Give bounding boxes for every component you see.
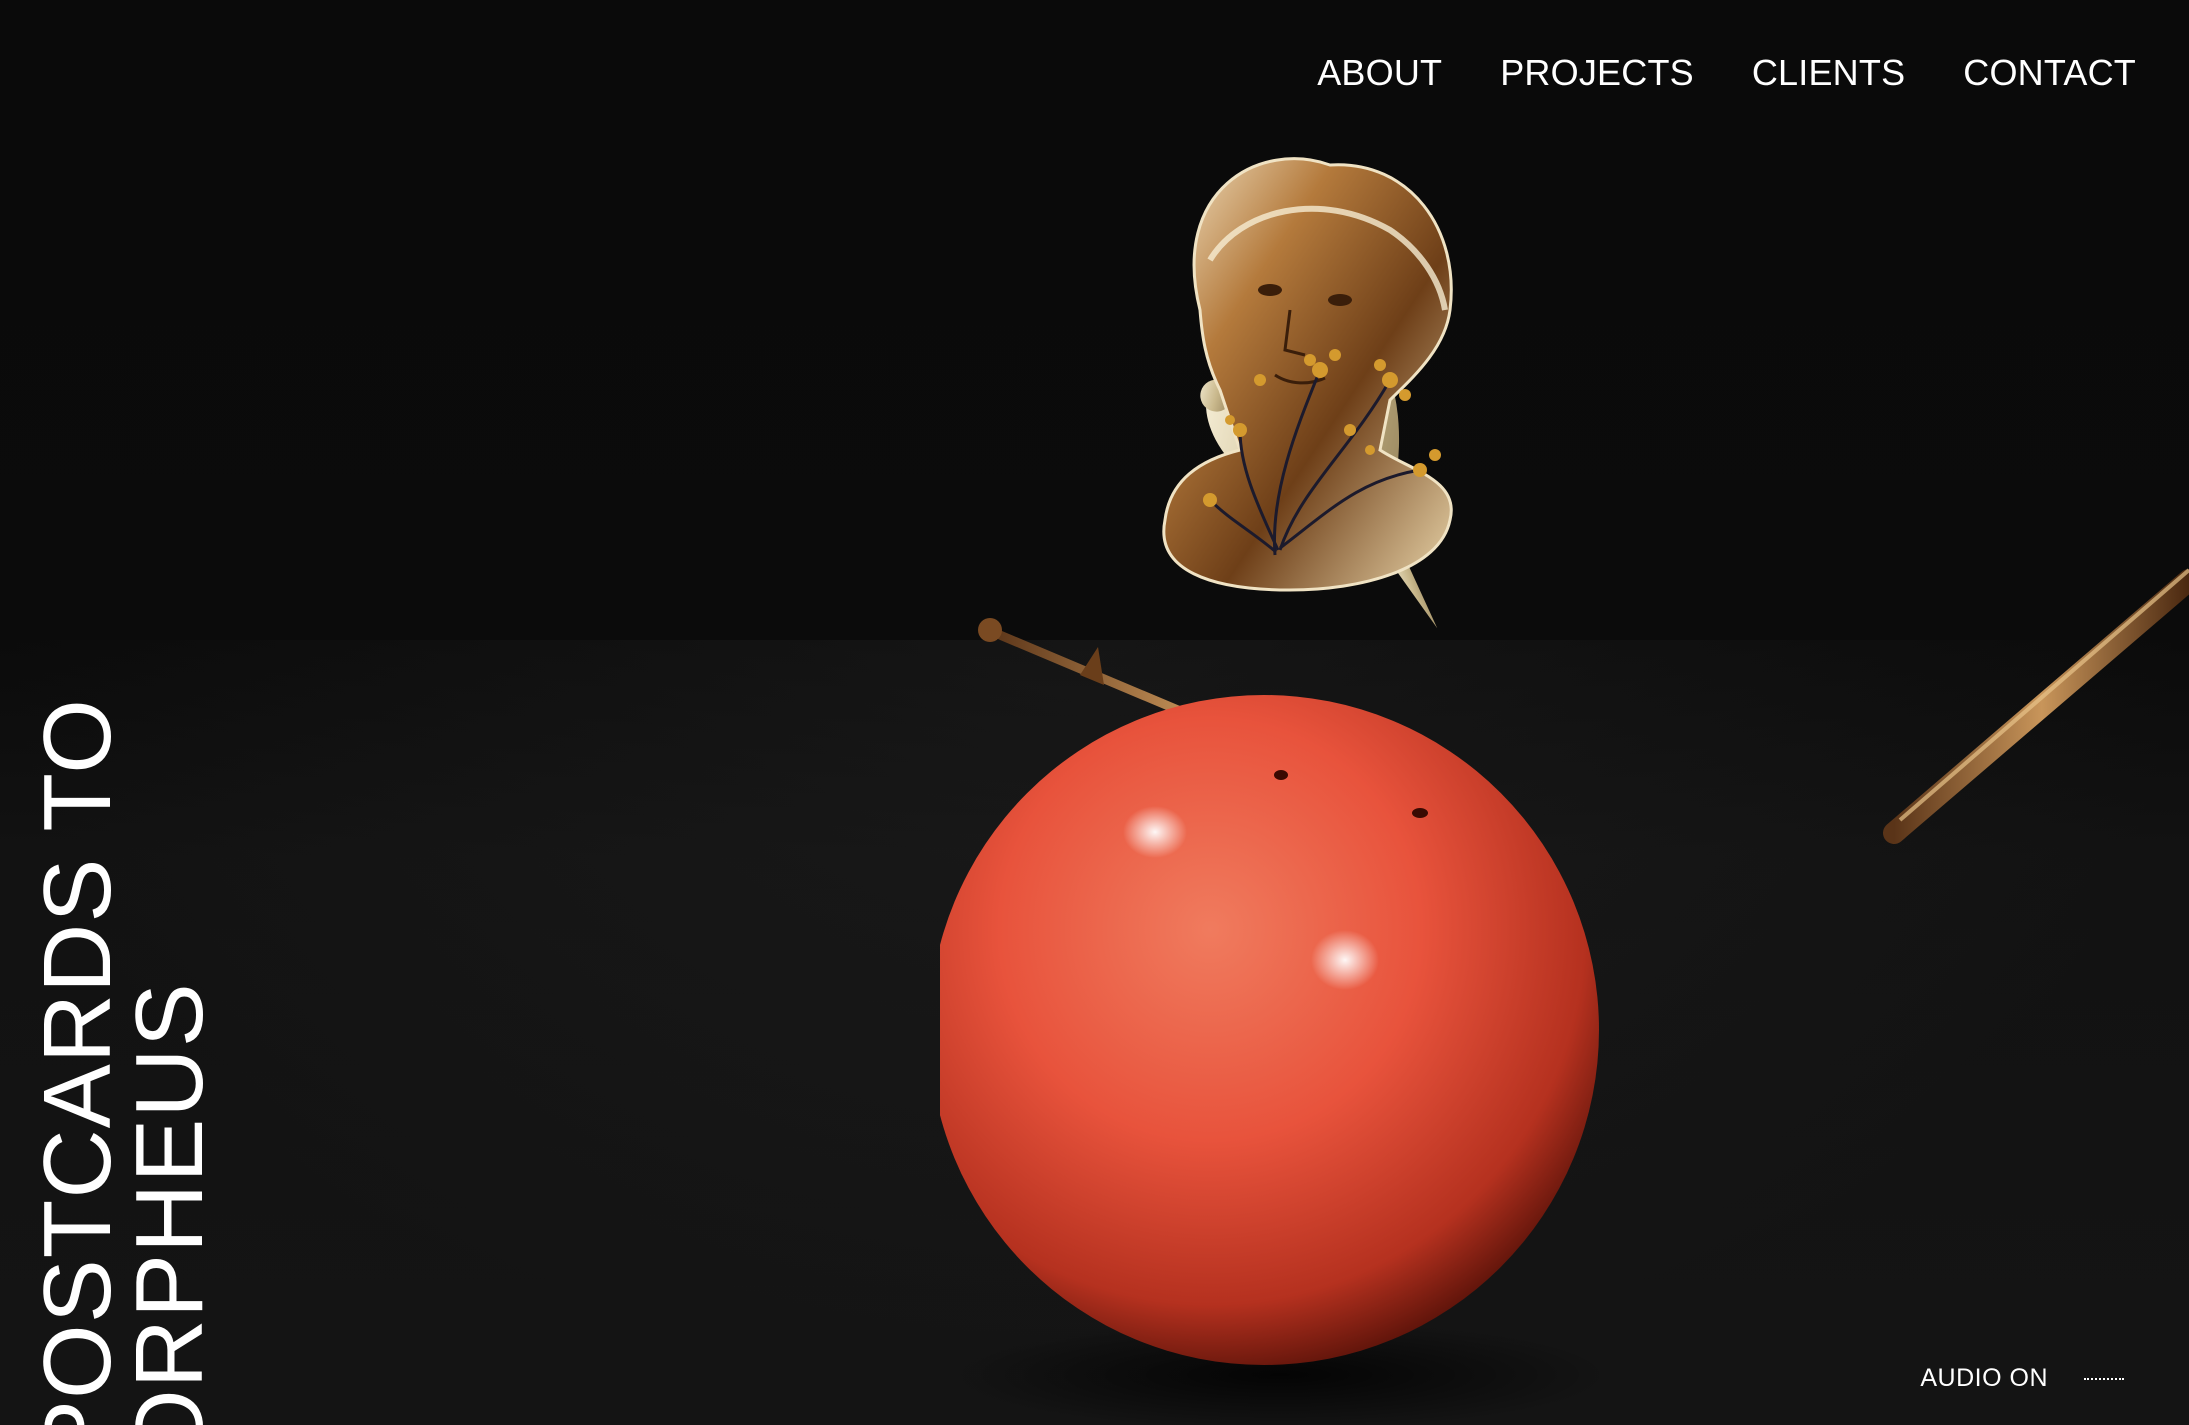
nav-clients-link[interactable]: CLIENTS — [1752, 52, 1905, 94]
red-sphere — [940, 695, 1599, 1365]
audio-toggle-label: AUDIO ON — [1920, 1364, 2048, 1392]
title-line-2: ORPHEUS — [116, 982, 223, 1425]
nav-about-link[interactable]: ABOUT — [1317, 52, 1442, 94]
nav-projects-link[interactable]: PROJECTS — [1500, 52, 1694, 94]
title-line-1: POSTCARDS TO — [24, 698, 131, 1425]
audio-wave-icon — [2084, 1372, 2124, 1380]
audio-toggle-button[interactable]: AUDIO ON — [1920, 1364, 2124, 1393]
nav-contact-link[interactable]: CONTACT — [1963, 52, 2136, 94]
pen-rod — [1883, 568, 2189, 844]
main-nav: ABOUT PROJECTS CLIENTS CONTACT — [1317, 52, 2136, 94]
page-title: POSTCARDS TO ORPHEUS — [24, 698, 223, 1425]
hero-3d-artwork — [940, 157, 2189, 1425]
hero-stage: ABOUT PROJECTS CLIENTS CONTACT POSTCARDS… — [0, 0, 2189, 1425]
